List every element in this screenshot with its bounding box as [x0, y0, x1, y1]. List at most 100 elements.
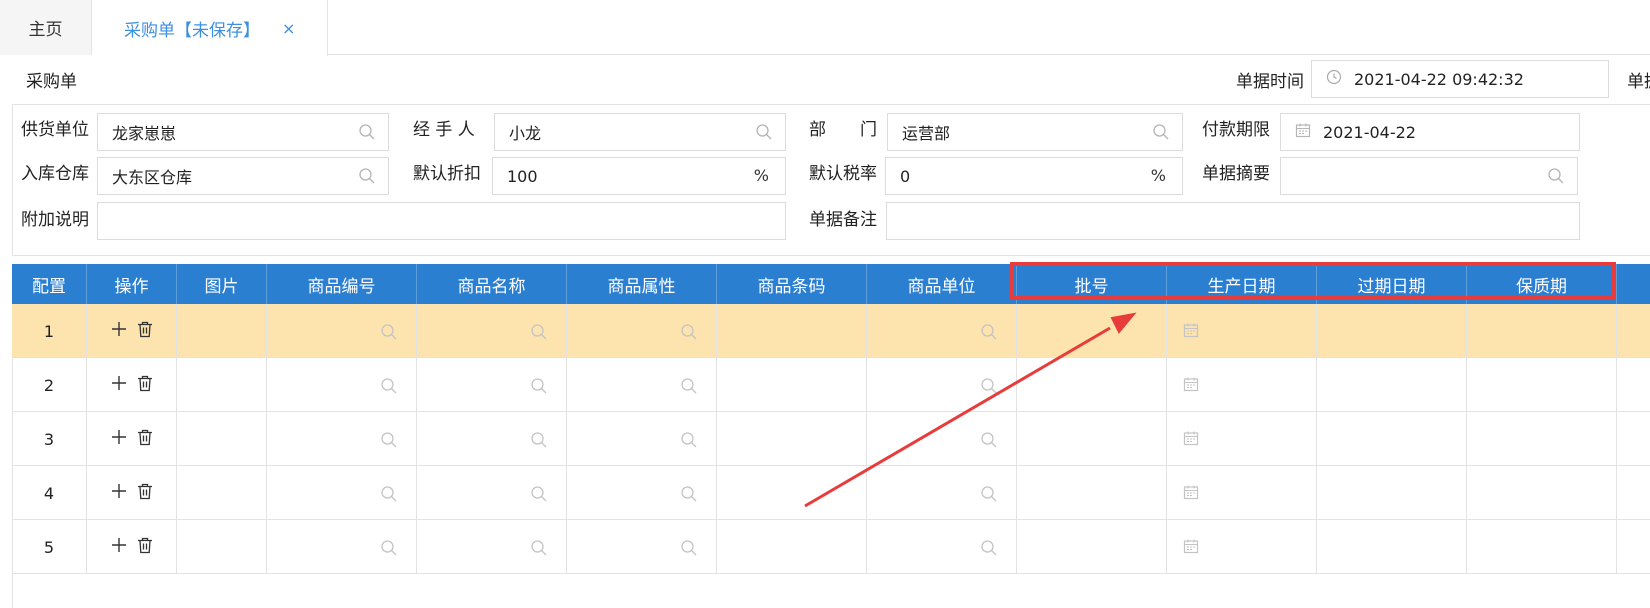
- search-icon[interactable]: [680, 539, 698, 561]
- table-cell[interactable]: [1317, 304, 1467, 358]
- table-cell[interactable]: [177, 412, 267, 466]
- remark-field[interactable]: [886, 202, 1580, 240]
- search-icon[interactable]: [380, 377, 398, 399]
- search-icon[interactable]: [530, 431, 548, 453]
- doc-time-field[interactable]: 2021-04-22 09:42:32: [1311, 60, 1609, 98]
- plus-icon[interactable]: [111, 483, 127, 503]
- tab-home[interactable]: 主页: [0, 0, 92, 55]
- tab-purchase-order[interactable]: 采购单【未保存】 ×: [92, 0, 328, 56]
- search-icon[interactable]: [980, 539, 998, 561]
- table-cell[interactable]: [867, 304, 1017, 358]
- search-icon[interactable]: [980, 323, 998, 345]
- supplier-field[interactable]: 龙家崽崽: [97, 113, 389, 151]
- table-cell[interactable]: [1467, 304, 1617, 358]
- trash-icon[interactable]: [137, 375, 153, 396]
- search-icon[interactable]: [380, 485, 398, 507]
- table-cell[interactable]: [1167, 304, 1317, 358]
- calendar-icon[interactable]: [1183, 538, 1199, 558]
- search-icon[interactable]: [680, 377, 698, 399]
- calendar-icon[interactable]: [1183, 376, 1199, 396]
- table-cell[interactable]: [717, 466, 867, 520]
- search-icon[interactable]: [680, 485, 698, 507]
- table-cell[interactable]: [417, 412, 567, 466]
- table-cell[interactable]: [177, 358, 267, 412]
- table-cell[interactable]: [1017, 412, 1167, 466]
- table-row[interactable]: 4: [12, 466, 1650, 520]
- table-cell[interactable]: [1317, 358, 1467, 412]
- table-cell[interactable]: [1017, 304, 1167, 358]
- trash-icon[interactable]: [137, 483, 153, 504]
- plus-icon[interactable]: [111, 321, 127, 341]
- column-header[interactable]: 操作: [87, 264, 177, 304]
- plus-icon[interactable]: [111, 537, 127, 557]
- search-icon[interactable]: [980, 485, 998, 507]
- discount-field[interactable]: 100 %: [492, 157, 786, 195]
- table-cell[interactable]: [717, 358, 867, 412]
- handler-field[interactable]: 小龙: [494, 113, 786, 151]
- extra-field[interactable]: [97, 202, 786, 240]
- trash-icon[interactable]: [137, 321, 153, 342]
- search-icon[interactable]: [530, 485, 548, 507]
- table-cell[interactable]: [867, 520, 1017, 574]
- search-icon[interactable]: [380, 431, 398, 453]
- column-header[interactable]: 图片: [177, 264, 267, 304]
- table-row[interactable]: 1: [12, 304, 1650, 358]
- table-cell[interactable]: [1017, 466, 1167, 520]
- table-cell[interactable]: [267, 520, 417, 574]
- pay-due-field[interactable]: 2021-04-22: [1280, 113, 1580, 151]
- table-row[interactable]: 5: [12, 520, 1650, 574]
- table-cell[interactable]: [417, 520, 567, 574]
- table-cell[interactable]: [1167, 520, 1317, 574]
- calendar-icon[interactable]: [1183, 322, 1199, 342]
- table-cell[interactable]: [1467, 520, 1617, 574]
- table-cell[interactable]: [1167, 466, 1317, 520]
- table-cell[interactable]: [567, 304, 717, 358]
- table-cell[interactable]: [567, 520, 717, 574]
- search-icon[interactable]: [358, 167, 376, 189]
- search-icon[interactable]: [980, 377, 998, 399]
- table-cell[interactable]: [267, 412, 417, 466]
- table-cell[interactable]: [1017, 520, 1167, 574]
- tax-field[interactable]: 0 %: [885, 157, 1183, 195]
- table-cell[interactable]: [177, 466, 267, 520]
- table-cell[interactable]: [567, 412, 717, 466]
- table-cell[interactable]: [1317, 466, 1467, 520]
- table-cell[interactable]: [867, 412, 1017, 466]
- table-cell[interactable]: [267, 358, 417, 412]
- column-header[interactable]: 商品属性: [567, 264, 717, 304]
- search-icon[interactable]: [1152, 123, 1170, 145]
- table-cell[interactable]: [417, 466, 567, 520]
- table-cell[interactable]: [867, 466, 1017, 520]
- search-icon[interactable]: [530, 323, 548, 345]
- table-cell[interactable]: [1467, 412, 1617, 466]
- calendar-icon[interactable]: [1183, 484, 1199, 504]
- table-cell[interactable]: [1017, 358, 1167, 412]
- dept-field[interactable]: 运营部: [887, 113, 1183, 151]
- table-cell[interactable]: [177, 304, 267, 358]
- column-header[interactable]: 商品编号: [267, 264, 417, 304]
- table-cell[interactable]: [1467, 358, 1617, 412]
- search-icon[interactable]: [680, 431, 698, 453]
- table-row[interactable]: 3: [12, 412, 1650, 466]
- calendar-icon[interactable]: [1183, 430, 1199, 450]
- search-icon[interactable]: [530, 539, 548, 561]
- column-header[interactable]: 商品名称: [417, 264, 567, 304]
- table-cell[interactable]: [267, 304, 417, 358]
- close-icon[interactable]: ×: [282, 19, 295, 38]
- table-cell[interactable]: [1317, 412, 1467, 466]
- search-icon[interactable]: [680, 323, 698, 345]
- warehouse-field[interactable]: 大东区仓库: [97, 157, 389, 195]
- table-cell[interactable]: [717, 412, 867, 466]
- table-cell[interactable]: [1167, 358, 1317, 412]
- plus-icon[interactable]: [111, 429, 127, 449]
- table-cell[interactable]: [867, 358, 1017, 412]
- search-icon[interactable]: [755, 123, 773, 145]
- search-icon[interactable]: [530, 377, 548, 399]
- table-cell[interactable]: [717, 520, 867, 574]
- table-cell[interactable]: [177, 520, 267, 574]
- column-header[interactable]: 配置: [12, 264, 87, 304]
- table-cell[interactable]: [417, 304, 567, 358]
- table-cell[interactable]: [417, 358, 567, 412]
- table-cell[interactable]: [267, 466, 417, 520]
- trash-icon[interactable]: [137, 537, 153, 558]
